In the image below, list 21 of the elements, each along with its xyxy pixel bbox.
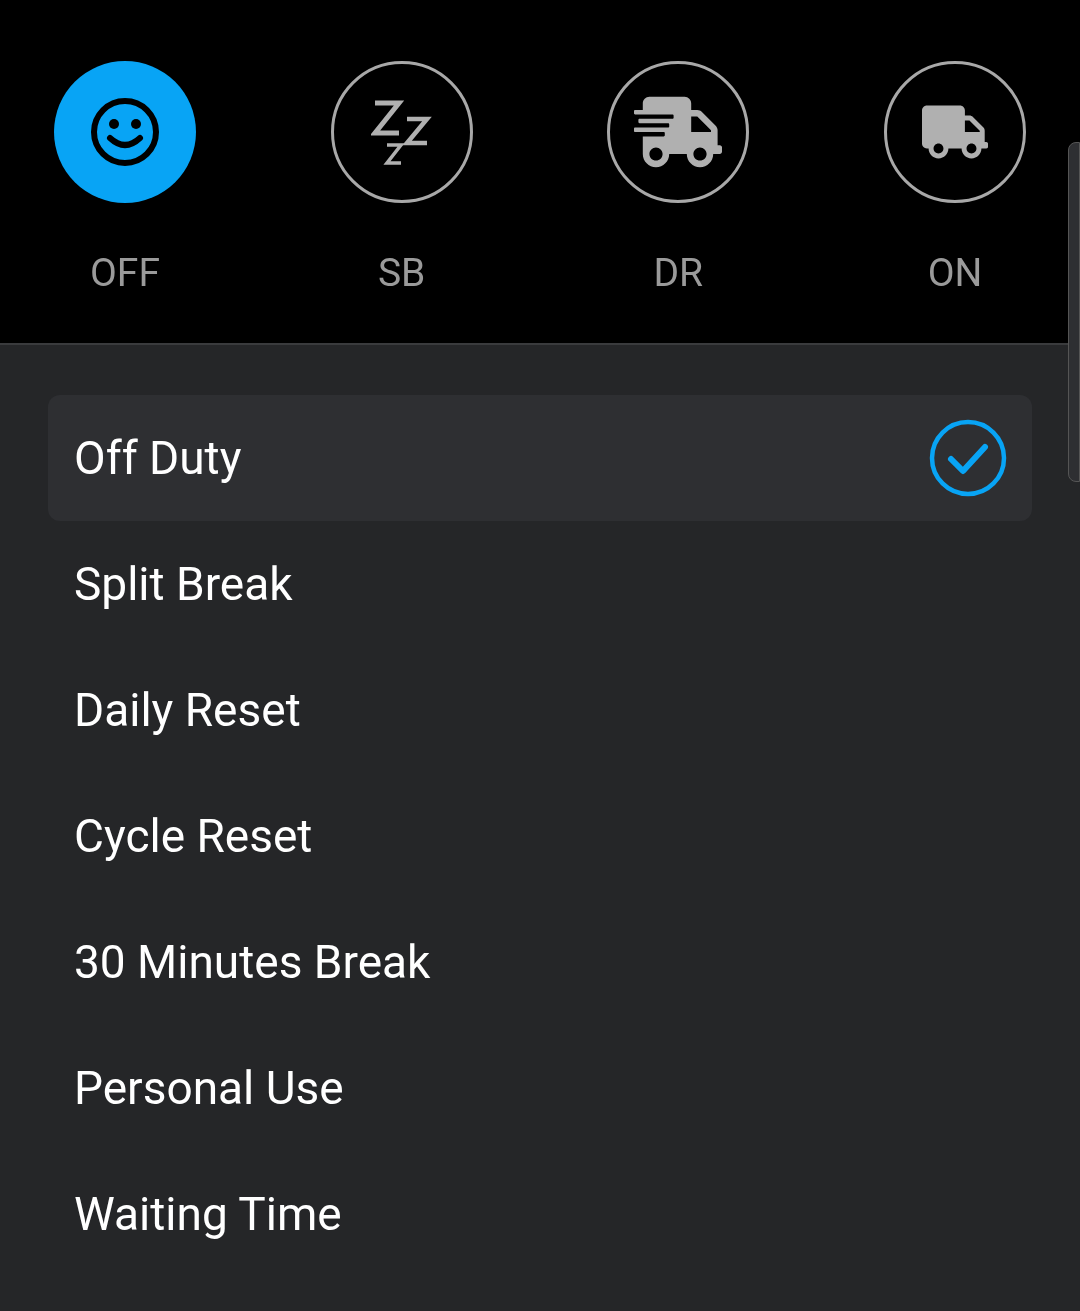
option-label: Off Duty xyxy=(74,429,242,487)
option-label: Personal Use xyxy=(74,1059,344,1117)
status-label: SB xyxy=(377,249,426,297)
scrollbar[interactable] xyxy=(1068,142,1080,482)
smiley-icon xyxy=(89,96,161,168)
option-row[interactable]: Split Break xyxy=(48,521,1032,647)
option-row[interactable]: Personal Use xyxy=(48,1025,1032,1151)
option-label: Waiting Time xyxy=(74,1185,342,1243)
option-label: 30 Minutes Break xyxy=(74,933,431,991)
option-label: Split Break xyxy=(74,555,293,613)
status-label: OFF xyxy=(90,249,160,297)
option-label: Daily Reset xyxy=(74,681,301,739)
option-row[interactable]: 30 Minutes Break xyxy=(48,899,1032,1025)
option-row[interactable]: Cycle Reset xyxy=(48,773,1032,899)
option-row[interactable]: Off Duty xyxy=(48,395,1032,521)
option-label: Cycle Reset xyxy=(74,807,313,865)
status-label: DR xyxy=(653,249,704,297)
status-label: ON xyxy=(927,249,983,297)
option-row[interactable]: Waiting Time xyxy=(48,1151,1032,1277)
option-row[interactable]: Daily Reset xyxy=(48,647,1032,773)
check-circle-icon xyxy=(928,418,1008,498)
